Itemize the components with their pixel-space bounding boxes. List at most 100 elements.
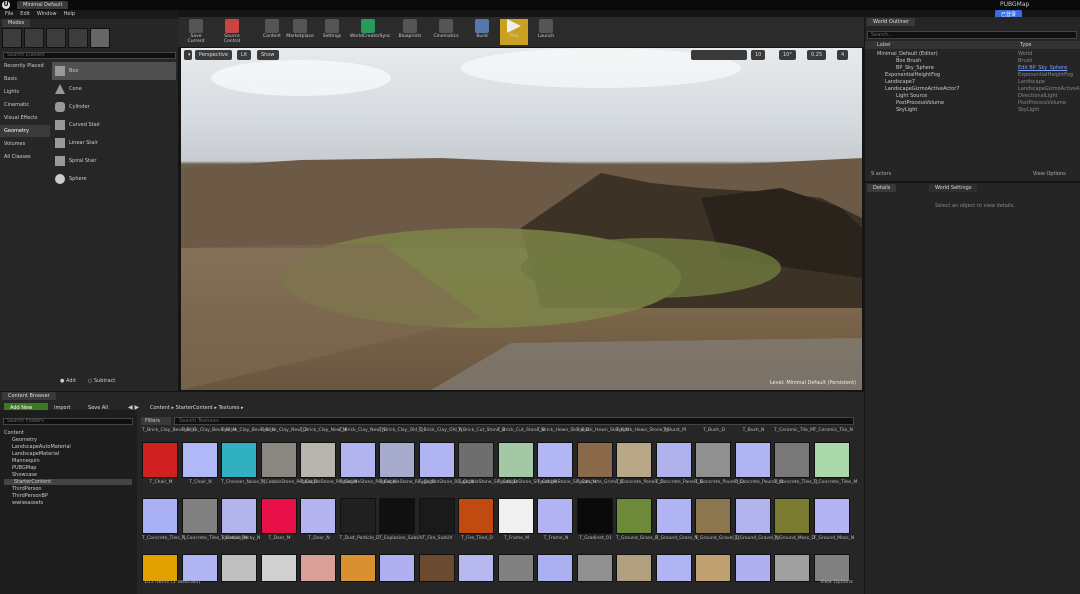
asset-thumbnail[interactable] [260, 554, 297, 582]
landscape-mode-icon[interactable] [46, 28, 66, 48]
menu-edit[interactable]: Edit [20, 11, 30, 17]
outliner-row[interactable]: PostProcessVolume PostProcessVolume [865, 100, 1080, 107]
subtract-radio[interactable]: ○ Subtract [88, 378, 115, 384]
modes-tab[interactable]: Modes [2, 19, 31, 27]
asset-thumbnail[interactable] [300, 498, 336, 534]
category-volumes[interactable]: Volumes [0, 138, 50, 150]
outliner-tab[interactable]: World Outliner [867, 18, 916, 26]
asset-thumbnail[interactable] [734, 498, 771, 534]
source-control-button[interactable]: Source Control [218, 19, 246, 45]
asset-thumbnail[interactable] [774, 554, 810, 582]
tree-item[interactable]: ThirdPersonBP [12, 493, 48, 499]
asset-thumbnail[interactable] [813, 498, 850, 534]
tree-item[interactable]: LandscapeAutoMaterial [12, 444, 71, 450]
cb-view-options[interactable]: View Options [820, 579, 853, 585]
menu-file[interactable]: File [5, 11, 13, 17]
menu-help[interactable]: Help [64, 11, 75, 17]
asset-thumbnail[interactable] [655, 442, 692, 478]
build-button[interactable]: Build [468, 19, 496, 45]
asset-thumbnail[interactable] [497, 554, 534, 582]
marketplace-button[interactable]: Marketplace [286, 19, 314, 45]
worldcreatorsync-button[interactable]: WorldCreatorSync [350, 19, 391, 45]
details-tab[interactable]: Details [867, 184, 897, 192]
filters-button[interactable]: Filters [141, 417, 171, 425]
show-button[interactable]: Show [257, 50, 279, 60]
cinematics-button[interactable]: Cinematics [432, 19, 460, 45]
category-basic[interactable]: Basic [0, 73, 50, 85]
add-radio[interactable]: ● Add [60, 378, 76, 384]
tree-item[interactable]: Showcase [12, 472, 37, 478]
asset-thumbnail[interactable] [695, 498, 731, 534]
asset-thumbnail[interactable] [655, 498, 692, 534]
category-lights[interactable]: Lights [0, 86, 50, 98]
transform-tools[interactable] [691, 50, 747, 60]
launch-button[interactable]: Launch [532, 19, 560, 45]
asset-thumbnail[interactable] [221, 498, 257, 534]
outliner-row[interactable]: BP_Sky_Sphere Edit BP_Sky_Sphere [865, 65, 1080, 72]
asset-thumbnail[interactable] [458, 554, 494, 582]
viewport-menu-button[interactable]: ▾ [184, 50, 192, 60]
level-viewport[interactable]: ▾ Perspective Lit Show 10 10° 0.25 4 Lev… [181, 48, 862, 390]
breadcrumb-startercontent[interactable]: StarterContent [176, 405, 213, 411]
outliner-row[interactable]: LandscapeGizmoActiveActor7 LandscapeGizmo… [865, 86, 1080, 93]
asset-thumbnail[interactable] [418, 442, 455, 478]
level-tab[interactable]: Minimal Default [17, 1, 69, 9]
asset-search-input[interactable]: Search Textures [174, 417, 854, 425]
tree-item[interactable]: Content [4, 430, 24, 436]
save-current-button[interactable]: Save Current [182, 19, 210, 45]
asset-thumbnail[interactable] [497, 498, 534, 534]
grid-snap-value[interactable]: 10 [751, 50, 766, 60]
place-item-cone[interactable]: Cone [52, 80, 176, 98]
tree-item-selected[interactable]: StarterContent [4, 479, 132, 485]
asset-thumbnail[interactable] [379, 498, 415, 534]
category-recently-placed[interactable]: Recently Placed [0, 60, 50, 72]
asset-thumbnail[interactable] [181, 498, 218, 534]
tree-item[interactable]: PUBGMap [12, 465, 36, 471]
outliner-row[interactable]: Landscape7 Landscape [865, 79, 1080, 86]
asset-thumbnail[interactable] [695, 442, 731, 478]
asset-thumbnail[interactable] [537, 554, 573, 582]
rotation-snap-value[interactable]: 10° [779, 50, 796, 60]
place-item-linear-stair[interactable]: Linear Stair [52, 134, 176, 152]
content-button[interactable]: Content [258, 19, 286, 45]
asset-thumbnail[interactable] [221, 442, 257, 478]
tree-item[interactable]: Geometry [12, 437, 37, 443]
asset-thumbnail[interactable] [616, 442, 652, 478]
asset-thumbnail[interactable] [576, 554, 613, 582]
asset-thumbnail[interactable] [655, 554, 692, 582]
asset-thumbnail[interactable] [497, 442, 534, 478]
asset-thumbnail[interactable] [616, 554, 652, 582]
asset-thumbnail[interactable] [260, 498, 297, 534]
foliage-mode-icon[interactable] [68, 28, 88, 48]
asset-thumbnail[interactable] [734, 554, 771, 582]
asset-thumbnail[interactable] [774, 498, 810, 534]
tree-item[interactable]: LandscapeMaterial [12, 451, 59, 457]
asset-thumbnail[interactable] [181, 442, 218, 478]
category-cinematic[interactable]: Cinematic [0, 99, 50, 111]
asset-thumbnail[interactable] [813, 554, 850, 582]
search-classes-input[interactable]: Search Classes [3, 52, 176, 59]
asset-thumbnail[interactable] [339, 498, 376, 534]
outliner-row[interactable]: Minimal_Default (Editor) World [865, 51, 1080, 58]
asset-thumbnail[interactable] [300, 554, 336, 582]
place-item-box[interactable]: Box [52, 62, 176, 80]
place-item-sphere[interactable]: Sphere [52, 170, 176, 188]
asset-thumbnail[interactable] [339, 442, 376, 478]
outliner-row[interactable]: SkyLight SkyLight [865, 107, 1080, 114]
place-item-cylinder[interactable]: Cylinder [52, 98, 176, 116]
asset-thumbnail[interactable] [695, 554, 731, 582]
content-browser-tab[interactable]: Content Browser [2, 392, 56, 400]
world-settings-tab[interactable]: World Settings [929, 184, 978, 192]
asset-thumbnail[interactable] [576, 442, 613, 478]
outliner-view-options[interactable]: View Options [1033, 171, 1066, 177]
asset-thumbnail[interactable] [458, 442, 494, 478]
asset-thumbnail[interactable] [142, 442, 178, 478]
tree-item[interactable]: wwiseassets [12, 500, 43, 506]
asset-thumbnail[interactable] [221, 554, 257, 582]
asset-thumbnail[interactable] [774, 442, 810, 478]
asset-thumbnail[interactable] [813, 442, 850, 478]
asset-thumbnail[interactable] [339, 554, 376, 582]
col-label[interactable]: Label [877, 41, 891, 49]
asset-thumbnail[interactable] [616, 498, 652, 534]
breadcrumb-content[interactable]: Content [150, 405, 170, 411]
